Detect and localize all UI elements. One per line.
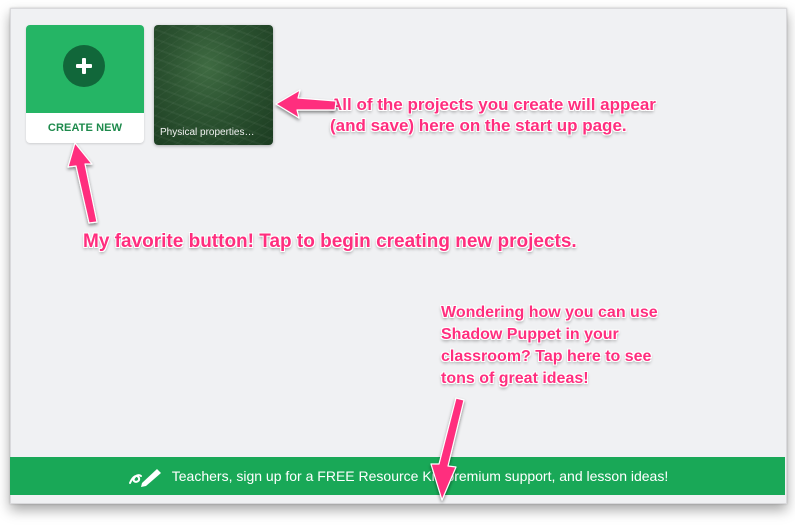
annotation-projects: All of the projects you create will appe…: [330, 94, 656, 136]
teacher-pencil-icon: [128, 469, 161, 487]
create-new-header: [26, 25, 144, 113]
annotation-ideas-line-4: tons of great ideas!: [441, 370, 589, 387]
annotation-projects-line-2: (and save) here on the start up page.: [330, 116, 627, 135]
annotation-ideas-line-2: Shadow Puppet in your: [441, 326, 619, 343]
project-thumbnail[interactable]: Physical properties…: [154, 25, 273, 145]
annotation-ideas: Wondering how you can use Shadow Puppet …: [441, 302, 658, 390]
plus-icon: [63, 45, 105, 87]
create-new-button[interactable]: CREATE NEW: [26, 25, 144, 143]
teacher-signup-text: Teachers, sign up for a FREE Resource Ki…: [171, 468, 669, 484]
create-new-label: CREATE NEW: [47, 122, 123, 134]
start-page: CREATE NEW Physical properties…: [10, 8, 787, 504]
project-title: Physical properties…: [160, 127, 255, 138]
annotation-ideas-line-3: classroom? Tap here to see: [441, 348, 652, 365]
annotation-ideas-line-1: Wondering how you can use: [441, 304, 658, 321]
annotation-projects-line-1: All of the projects you create will appe…: [330, 95, 656, 114]
annotation-create: My favorite button! Tap to begin creatin…: [83, 231, 577, 252]
teacher-signup-banner[interactable]: Teachers, sign up for a FREE Resource Ki…: [10, 457, 785, 495]
